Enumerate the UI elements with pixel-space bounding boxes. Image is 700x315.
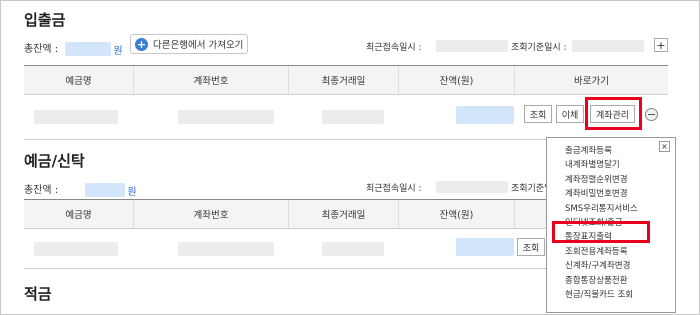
ref-date-value: [572, 40, 644, 52]
col-balance: 잔액(원): [399, 200, 515, 228]
menu-item-cash-debit-card-inquiry[interactable]: 현금/직불카드 조회: [565, 288, 675, 302]
total-balance: 총잔액 : 원: [24, 40, 123, 57]
table-header: 예금명 계좌번호 최종거래일 잔액(원) 바로가기: [24, 65, 668, 95]
highlight-passbook-cover-print: [552, 221, 650, 243]
account-name-blurred: [34, 242, 118, 256]
last-transaction-blurred: [322, 110, 384, 124]
col-account-name: 예금명: [24, 66, 134, 94]
won-unit: 원: [127, 186, 137, 198]
ref-date-label: 조회기준일시 :: [511, 43, 567, 53]
balance-blurred: [456, 238, 514, 256]
col-balance: 잔액(원): [399, 66, 515, 94]
import-other-bank-button[interactable]: + 다른은행에서 가져오기: [130, 34, 248, 54]
close-icon[interactable]: ×: [659, 141, 670, 152]
col-account-number: 계좌번호: [134, 200, 289, 228]
last-login-label: 최근접속일시 :: [366, 43, 422, 53]
menu-item-inquiry-only-account[interactable]: 조회전용계좌등록: [565, 245, 675, 259]
inquiry-button[interactable]: 조회: [524, 105, 552, 123]
account-number-blurred: [178, 242, 274, 256]
last-login-value: [436, 40, 508, 52]
col-last-transaction: 최종거래일: [289, 66, 399, 94]
menu-item-account-nickname[interactable]: 내계좌별명달기: [565, 158, 675, 172]
menu-item-account-password-change[interactable]: 계좌비밀번호변경: [565, 187, 675, 201]
total-balance-value: [65, 42, 112, 56]
menu-item-new-old-account-change[interactable]: 신계좌/구계좌변경: [565, 259, 675, 273]
won-unit: 원: [113, 45, 123, 57]
account-name-blurred: [34, 110, 118, 124]
menu-item-sms-notification[interactable]: SMS우리통지서비스: [565, 202, 675, 216]
total-balance-label: 총잔액 :: [24, 44, 59, 55]
expand-plus-button[interactable]: +: [654, 38, 668, 52]
last-transaction-blurred: [322, 242, 384, 256]
balance-blurred: [456, 106, 514, 124]
col-shortcut: 바로가기: [574, 76, 609, 87]
collapse-minus-icon[interactable]: [645, 108, 658, 121]
section-title-savings: 적금: [24, 285, 52, 303]
transfer-button[interactable]: 이체: [556, 105, 584, 123]
import-other-bank-label: 다른은행에서 가져오기: [153, 40, 244, 51]
highlight-account-manage: [585, 97, 642, 130]
total-balance: 총잔액 : 원: [24, 181, 137, 198]
total-balance-value: [85, 183, 126, 197]
section-title-deposit-trust: 예금/신탁: [24, 152, 85, 170]
menu-item-combined-passbook-convert[interactable]: 종합통장상품전환: [565, 274, 675, 288]
col-last-transaction: 최종거래일: [289, 200, 399, 228]
last-login-label: 최근접속일시 :: [366, 184, 422, 194]
inquiry-button[interactable]: 조회: [517, 238, 545, 256]
plus-circle-icon: +: [135, 37, 148, 51]
section-title-deposit-withdrawal: 입출금: [24, 11, 66, 29]
last-login-value: [436, 181, 508, 193]
col-account-number: 계좌번호: [134, 66, 289, 94]
col-account-name: 예금명: [24, 200, 134, 228]
menu-item-account-sort-order[interactable]: 계좌정렬순위변경: [565, 173, 675, 187]
account-number-blurred: [178, 110, 274, 124]
total-balance-label: 총잔액 :: [24, 185, 59, 196]
